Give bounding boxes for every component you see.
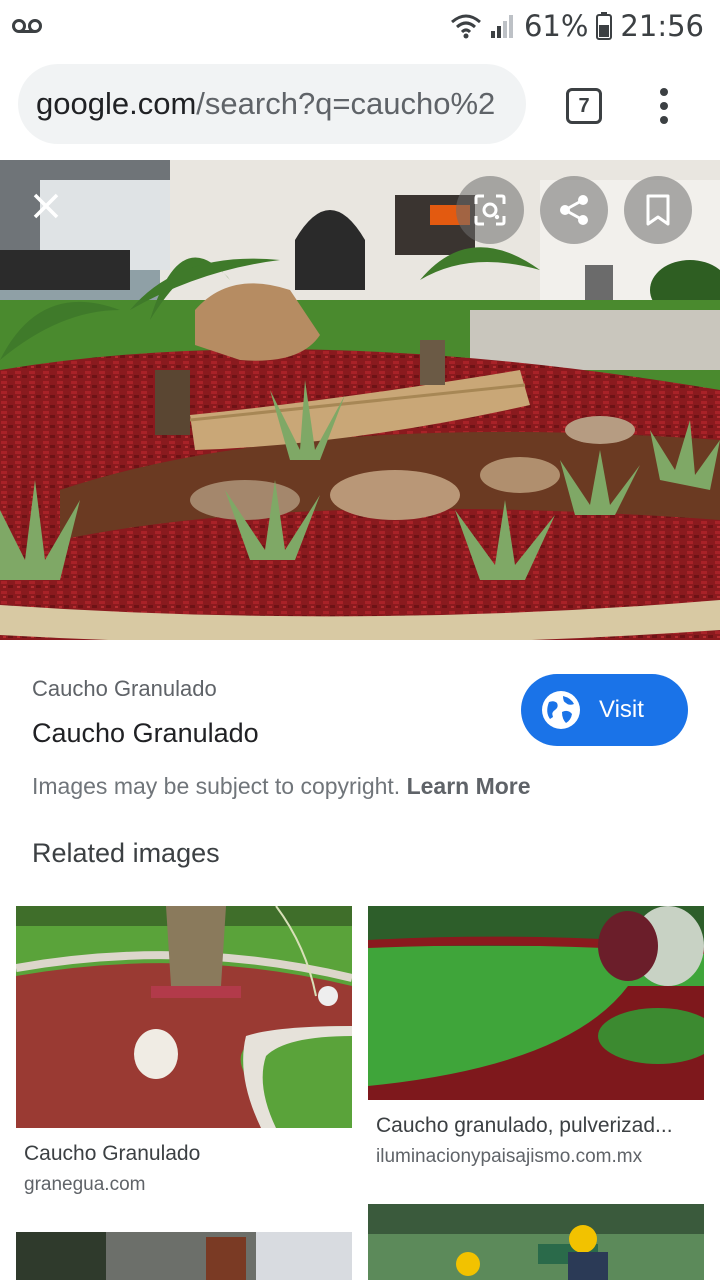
browser-menu-button[interactable] xyxy=(648,84,680,128)
tab-count: 7 xyxy=(578,94,590,117)
copyright-notice: Images may be subject to copyright. Lear… xyxy=(32,773,531,800)
share-icon xyxy=(560,195,588,225)
related-title: Caucho Granulado xyxy=(24,1142,201,1165)
url-host: google.com xyxy=(36,86,197,121)
lens-button[interactable] xyxy=(456,176,524,244)
share-button[interactable] xyxy=(540,176,608,244)
related-title: Caucho granulado, pulverizad... xyxy=(376,1114,673,1137)
voicemail-icon xyxy=(12,19,42,33)
save-button[interactable] xyxy=(624,176,692,244)
related-image-card[interactable]: Caucho Granulado granegua.com xyxy=(16,906,352,1206)
copyright-text: Images may be subject to copyright. xyxy=(32,773,401,799)
related-thumbnail[interactable] xyxy=(16,906,352,1128)
related-image-card[interactable] xyxy=(16,1232,352,1280)
clock: 21:56 xyxy=(620,9,704,43)
related-thumbnail[interactable] xyxy=(368,906,704,1100)
menu-dot-icon xyxy=(660,102,668,110)
url-path: /search?q=caucho%2 xyxy=(196,86,496,121)
address-bar[interactable]: google.com/search?q=caucho%2 xyxy=(18,64,526,144)
close-button[interactable] xyxy=(20,180,72,232)
lens-icon xyxy=(474,194,506,226)
related-image-card[interactable]: Caucho granulado, pulverizad... iluminac… xyxy=(368,906,704,1206)
garden-photo xyxy=(0,160,720,640)
related-source: iluminacionypaisajismo.com.mx xyxy=(376,1146,643,1167)
related-thumbnail xyxy=(16,1232,352,1280)
tab-switcher-button[interactable]: 7 xyxy=(566,88,602,124)
garden-thumbnail xyxy=(16,906,352,1128)
image-title[interactable]: Caucho Granulado xyxy=(32,718,259,749)
related-thumbnail xyxy=(368,1204,704,1280)
status-bar: 61% 21:56 xyxy=(0,0,720,52)
battery-percent: 61% xyxy=(523,9,589,43)
related-source: granegua.com xyxy=(24,1174,146,1195)
menu-dot-icon xyxy=(660,116,668,124)
signal-icon xyxy=(490,15,513,38)
visit-button[interactable]: Visit xyxy=(521,674,688,746)
close-icon xyxy=(33,193,59,219)
related-image-card[interactable] xyxy=(368,1204,704,1280)
visit-label: Visit xyxy=(599,696,644,723)
battery-icon xyxy=(596,12,613,40)
bookmark-icon xyxy=(646,194,670,226)
learn-more-link[interactable]: Learn More xyxy=(407,773,531,799)
garden-thumbnail xyxy=(368,906,704,1100)
preview-image[interactable] xyxy=(0,160,720,640)
related-images-heading: Related images xyxy=(32,838,220,868)
image-source[interactable]: Caucho Granulado xyxy=(32,676,217,702)
wifi-icon xyxy=(450,14,481,39)
globe-icon xyxy=(542,691,580,729)
browser-toolbar: google.com/search?q=caucho%2 7 xyxy=(0,52,720,160)
menu-dot-icon xyxy=(660,88,668,96)
